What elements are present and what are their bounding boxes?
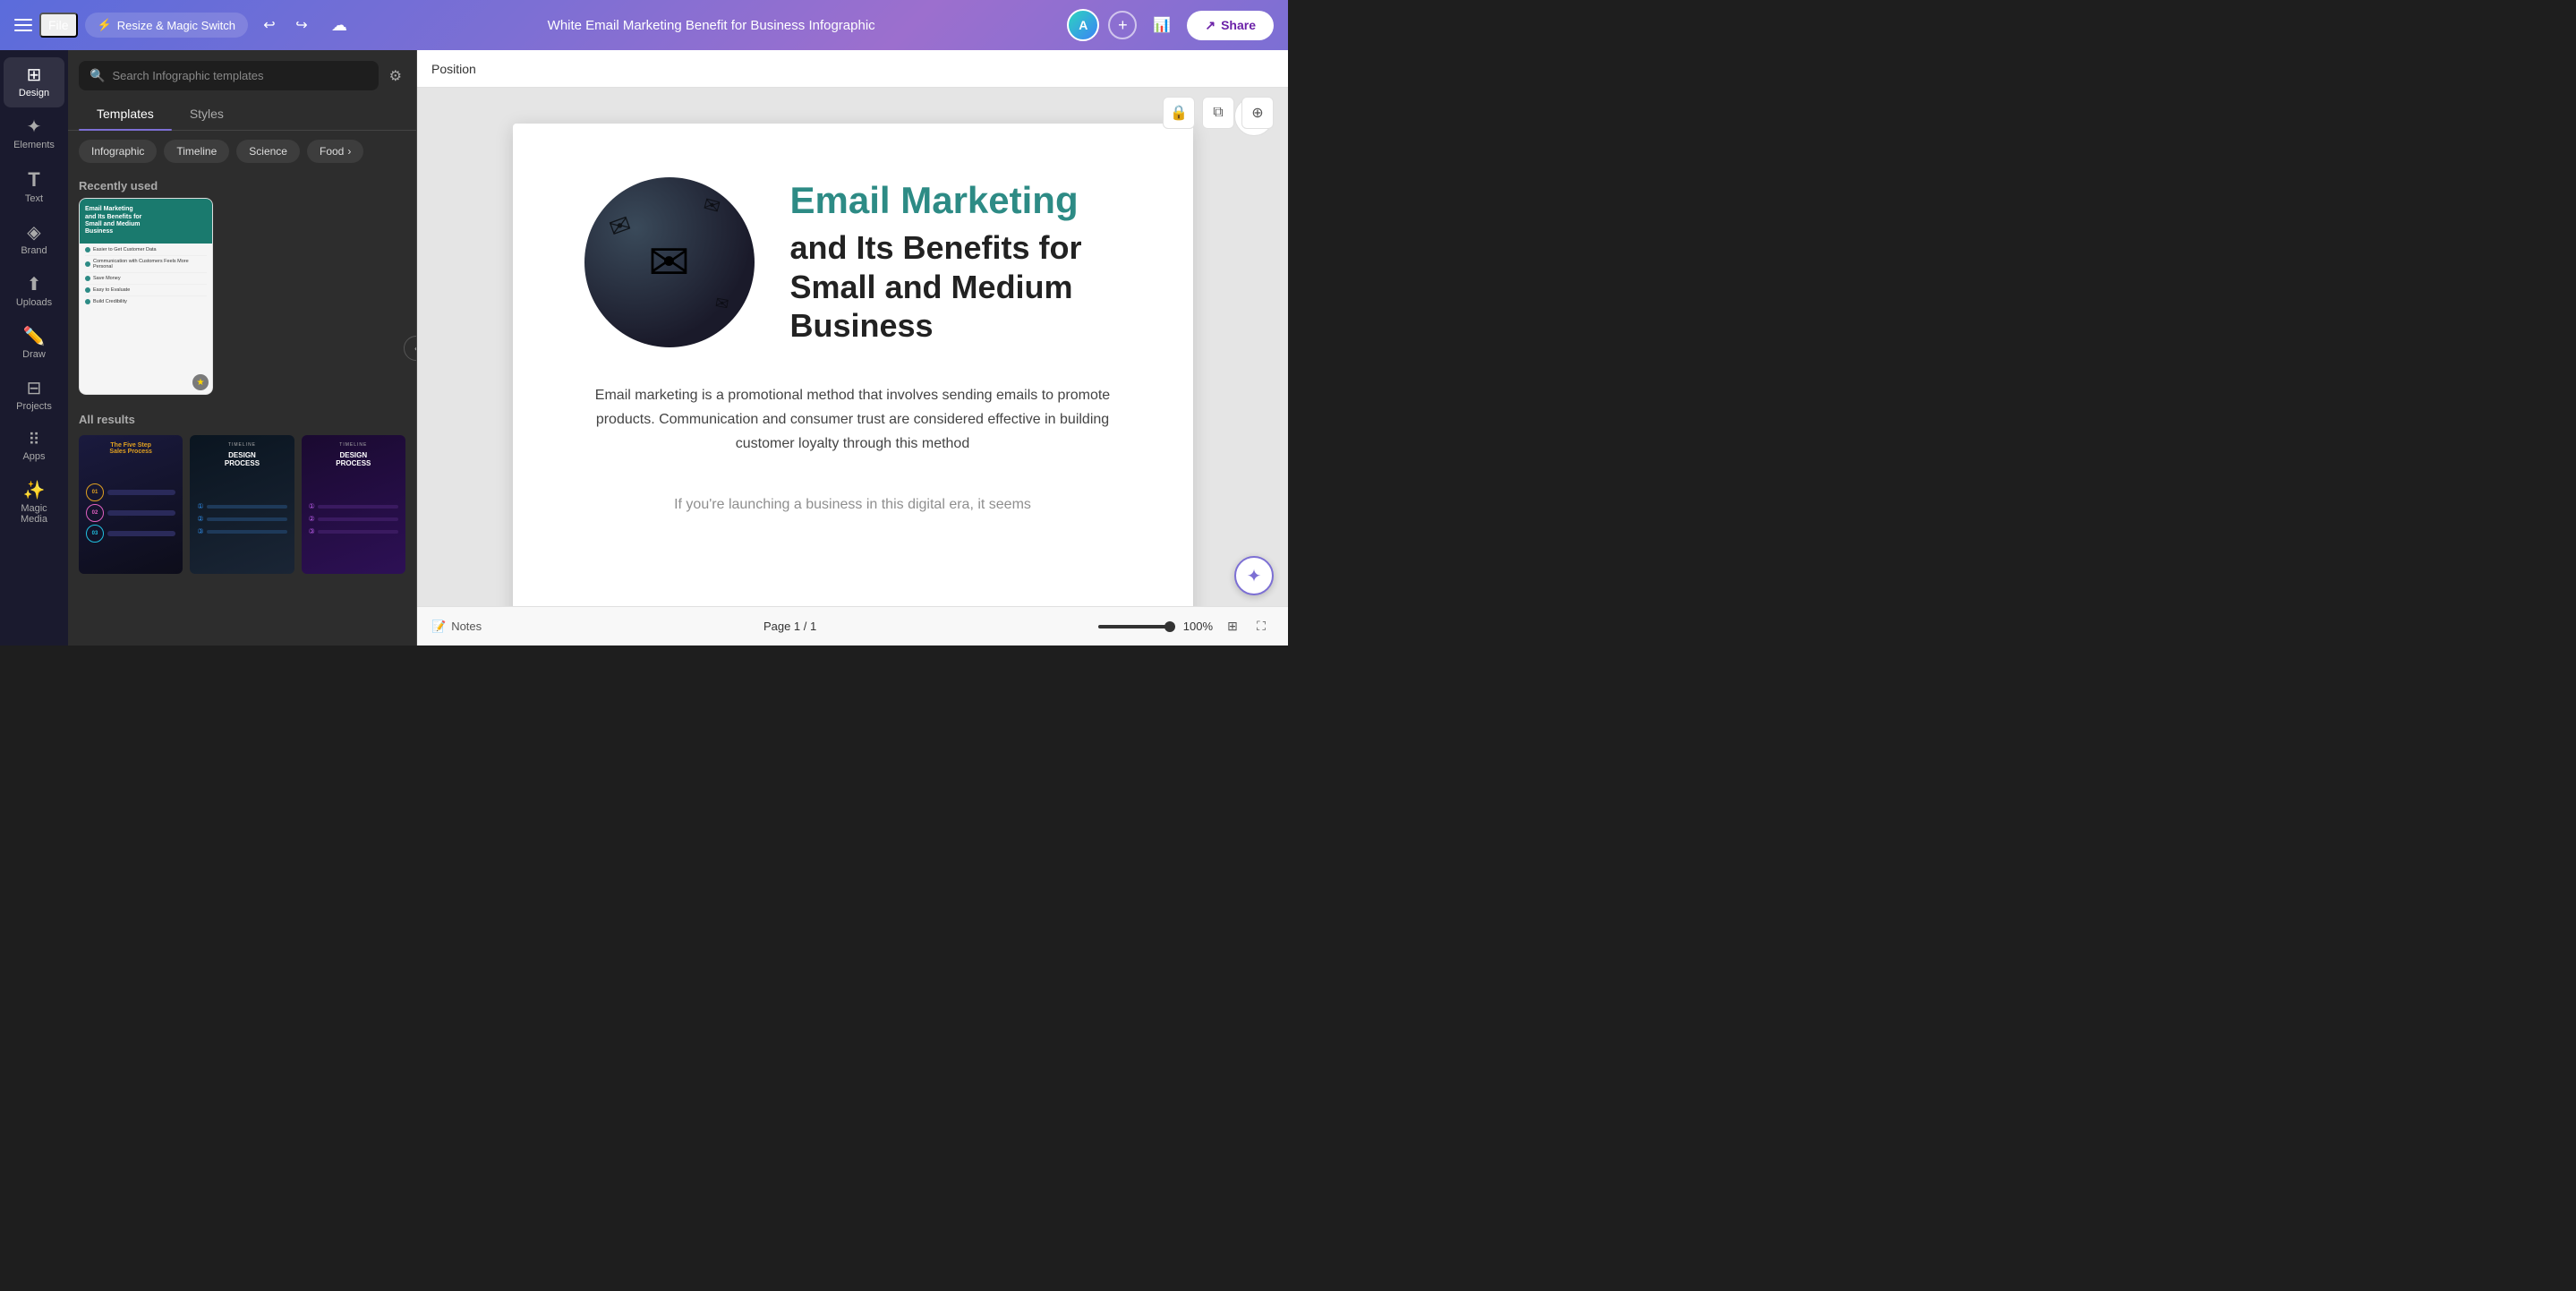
template-result-2[interactable]: TIMELINE DESIGNPROCESS ① ② ③ [190,435,294,574]
bottom-right: 100% ⊞ ⛶ [1098,614,1274,639]
filter-chips: Infographic Timeline Science Food › [68,131,416,172]
brand-icon: ◈ [27,224,40,242]
tab-templates[interactable]: Templates [79,98,172,130]
envelope-graphic: ✉ ✉ ✉ ✉ [584,177,755,347]
document-title: White Email Marketing Benefit for Busine… [548,18,875,33]
recent-template[interactable]: Email Marketingand Its Benefits forSmall… [79,198,213,395]
doc-main-title: Email Marketing [790,180,1122,221]
bottom-bar: 📝 Notes Page 1 / 1 100% ⊞ ⛶ [417,606,1288,646]
chip-food[interactable]: Food › [307,140,363,163]
undo-redo-group: ↩ ↪ [255,11,316,39]
draw-icon: ✏️ [23,328,46,346]
sidebar-item-text[interactable]: T Text [4,161,64,213]
menu-icon[interactable] [14,16,32,34]
chip-science[interactable]: Science [236,140,300,163]
sidebar-item-apps[interactable]: ⠿ Apps [4,423,64,471]
position-label: Position [431,62,476,76]
projects-icon: ⊟ [27,380,42,398]
text-icon: T [28,170,39,190]
grid-view-button[interactable]: ⊞ [1220,614,1245,639]
expand-button[interactable]: ⊕ [1241,97,1274,129]
sidebar-label-design: Design [19,88,49,98]
share-icon: ↗ [1205,18,1215,33]
filter-button[interactable]: ⚙ [386,64,405,89]
search-bar: 🔍 ⚙ [68,50,416,98]
all-results-label: All results [68,406,416,432]
recently-used-label: Recently used [68,172,416,198]
sidebar-label-magic-media: Magic Media [11,503,57,525]
file-button[interactable]: File [39,13,78,38]
tabs-row: Templates Styles [68,98,416,131]
canvas-toolbar-right: 🔒 ⧉ ⊕ [1163,97,1274,129]
doc-title-block: Email Marketing and Its Benefits for Sma… [790,180,1122,345]
doc-hero-image: ✉ ✉ ✉ ✉ [584,177,755,347]
page-indicator: Page 1 / 1 [763,620,816,633]
sidebar-label-uploads: Uploads [16,297,52,308]
apps-icon: ⠿ [28,432,39,448]
zoom-track[interactable] [1098,625,1170,628]
duplicate-button[interactable]: ⧉ [1202,97,1234,129]
doc-body-text-2: If you're launching a business in this d… [674,492,1031,517]
add-collaborator-button[interactable]: + [1108,11,1137,39]
canvas-area: Position 🔒 ⧉ ⊕ ✉ ✉ ✉ ✉ [417,50,1288,646]
sidebar: ⊞ Design ✦ Elements T Text ◈ Brand ⬆ Upl… [0,50,68,646]
sidebar-item-elements[interactable]: ✦ Elements [4,109,64,159]
sidebar-item-projects[interactable]: ⊟ Projects [4,371,64,421]
undo-button[interactable]: ↩ [255,11,284,39]
sidebar-label-apps: Apps [22,451,45,462]
sidebar-item-brand[interactable]: ◈ Brand [4,215,64,265]
tab-styles[interactable]: Styles [172,98,242,130]
left-panel: 🔍 ⚙ Templates Styles Infographic Timelin… [68,50,417,646]
view-buttons: ⊞ ⛶ [1220,614,1274,639]
fullscreen-button[interactable]: ⛶ [1249,614,1274,639]
canvas-viewport[interactable]: ✉ ✉ ✉ ✉ Email Marketing and Its Benefits… [417,88,1288,646]
sidebar-item-design[interactable]: ⊞ Design [4,57,64,107]
doc-body-text-1: Email marketing is a promotional method … [584,383,1122,457]
topbar: File ⚡ Resize & Magic Switch ↩ ↪ ☁ White… [0,0,1288,50]
uploads-icon: ⬆ [27,276,42,294]
analytics-button[interactable]: 📊 [1146,9,1178,41]
magic-media-icon: ✨ [23,482,46,500]
sidebar-label-text: Text [25,193,43,204]
template-result-1[interactable]: The Five StepSales Process 01 02 03 [79,435,183,574]
redo-button[interactable]: ↪ [287,11,316,39]
doc-hero: ✉ ✉ ✉ ✉ Email Marketing and Its Benefits… [584,177,1122,347]
design-icon: ⊞ [27,66,42,84]
chip-infographic[interactable]: Infographic [79,140,157,163]
zoom-label: 100% [1177,620,1213,633]
sidebar-item-draw[interactable]: ✏️ Draw [4,319,64,369]
search-icon: 🔍 [90,68,105,83]
lock-button[interactable]: 🔒 [1163,97,1195,129]
topbar-center: White Email Marketing Benefit for Busine… [366,18,1056,33]
all-results-grid: The Five StepSales Process 01 02 03 [68,432,416,585]
sidebar-label-elements: Elements [13,140,55,150]
sidebar-label-draw: Draw [22,349,46,360]
topbar-right: A + 📊 ↗ Share [1067,9,1274,41]
sidebar-item-uploads[interactable]: ⬆ Uploads [4,267,64,317]
lightning-icon: ⚡ [98,18,112,32]
chip-timeline[interactable]: Timeline [164,140,229,163]
topbar-left: File ⚡ Resize & Magic Switch ↩ ↪ ☁ [14,9,355,41]
share-button[interactable]: ↗ Share [1187,11,1274,40]
chevron-right-icon: › [347,145,351,158]
notes-icon: 📝 [431,620,446,634]
notes-button[interactable]: 📝 Notes [431,620,482,634]
position-bar: Position [417,50,1288,88]
sidebar-item-magic-media[interactable]: ✨ Magic Media [4,473,64,534]
sidebar-label-brand: Brand [21,245,47,256]
ai-assistant-button[interactable]: ✦ [1234,556,1274,595]
main-area: ⊞ Design ✦ Elements T Text ◈ Brand ⬆ Upl… [0,50,1288,646]
doc-subtitle: and Its Benefits for Small and Medium Bu… [790,228,1122,345]
canvas-document: ✉ ✉ ✉ ✉ Email Marketing and Its Benefits… [513,124,1193,646]
avatar[interactable]: A [1067,9,1099,41]
template-result-3[interactable]: TIMELINE DESIGNPROCESS ① ② ③ [302,435,405,574]
sidebar-label-projects: Projects [16,401,52,412]
cloud-save-button[interactable]: ☁ [323,9,355,41]
magic-switch-button[interactable]: ⚡ Resize & Magic Switch [85,13,248,38]
zoom-bar [1098,625,1170,628]
elements-icon: ✦ [27,118,42,136]
search-wrapper: 🔍 [79,61,379,90]
search-input[interactable] [112,69,367,82]
